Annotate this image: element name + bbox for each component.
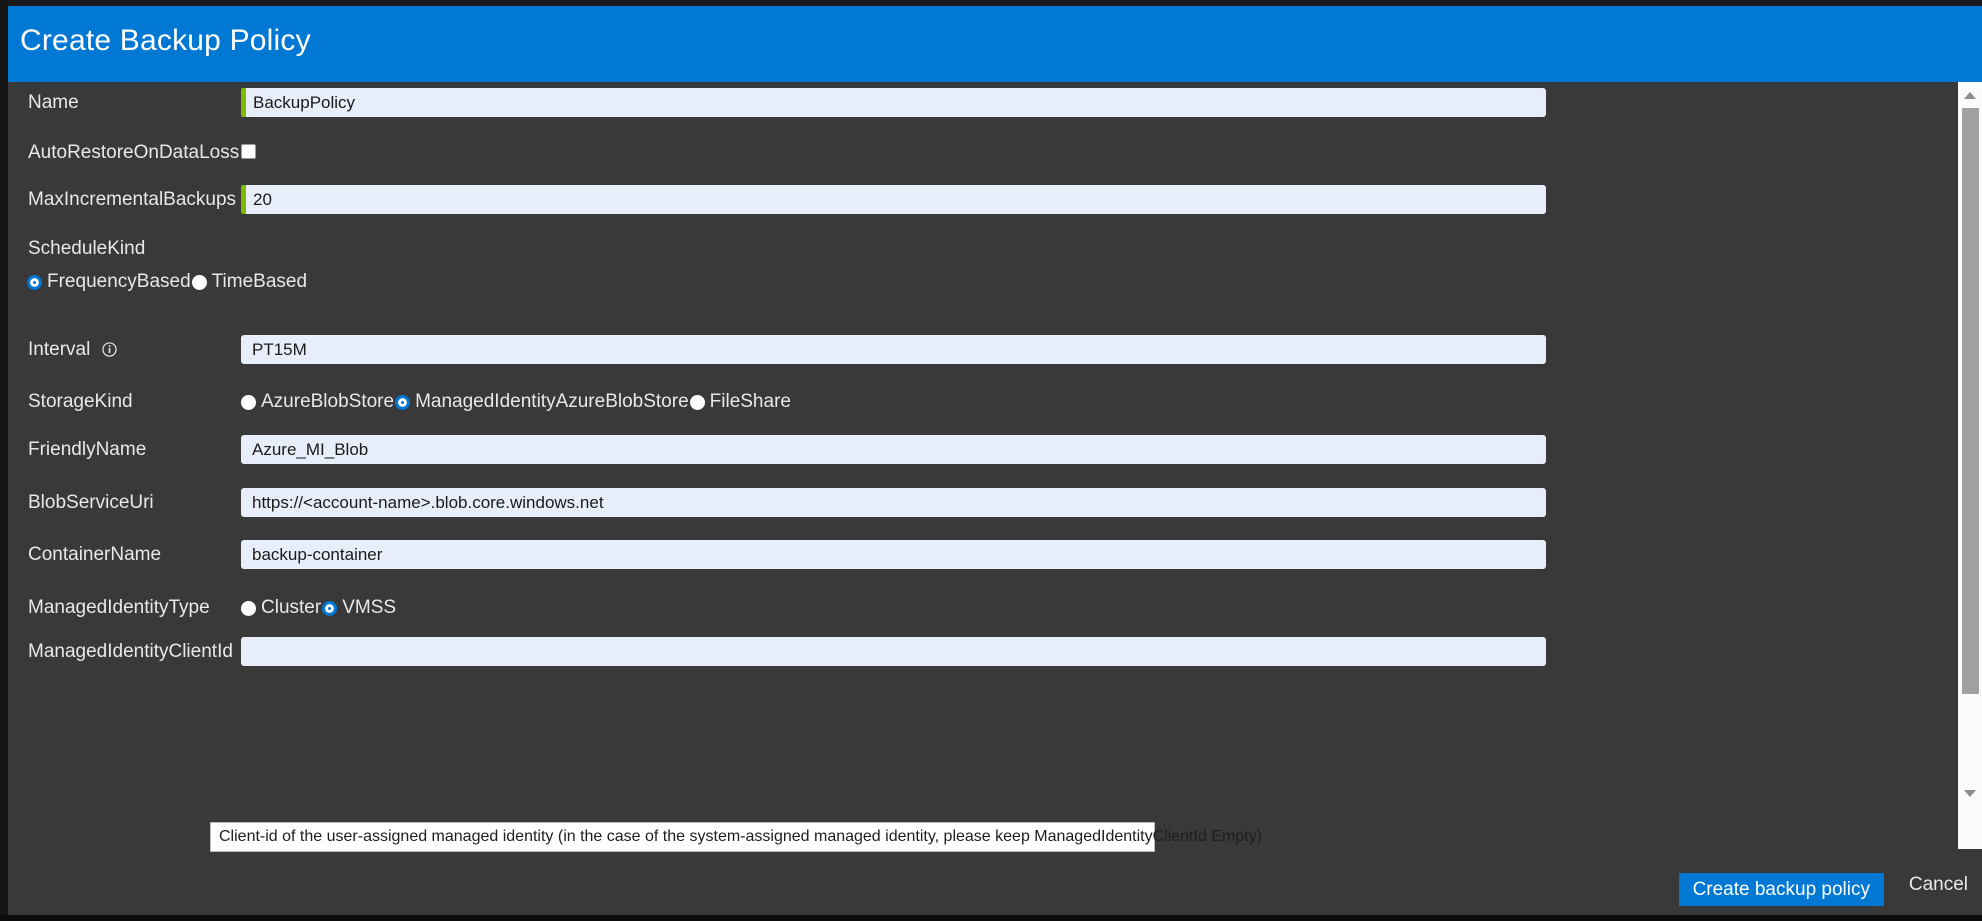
storage-kind-radio-group: AzureBlobStore ManagedIdentityAzureBlobS… [241, 392, 801, 412]
form-row-managed-identity-type: ManagedIdentityType Cluster VMSS [8, 586, 1958, 634]
form-row-storage-kind: StorageKind AzureBlobStore ManagedIdenti… [8, 380, 1958, 428]
label-interval: Interval [28, 339, 117, 361]
radio-option-managed-identity-azure-blob-store[interactable]: ManagedIdentityAzureBlobStore [395, 392, 699, 412]
auto-restore-on-data-loss-checkbox[interactable] [241, 144, 256, 159]
label-managed-identity-client-id: ManagedIdentityClientId [28, 641, 259, 663]
label-friendly-name: FriendlyName [28, 439, 146, 461]
managed-identity-client-id-input[interactable] [241, 637, 1546, 666]
form-row-managed-identity-client-id: ManagedIdentityClientId [8, 630, 1958, 678]
radio-option-azure-blob-store[interactable]: AzureBlobStore [241, 392, 404, 412]
create-backup-policy-button[interactable]: Create backup policy [1679, 873, 1884, 906]
radio-label-file-share: FileShare [710, 392, 791, 412]
dialog-titlebar: Create Backup Policy [8, 6, 1982, 82]
form-row-name: Name [8, 82, 1958, 130]
label-name: Name [28, 92, 79, 114]
form-row-friendly-name: FriendlyName [8, 428, 1958, 476]
label-managed-identity-type: ManagedIdentityType [28, 597, 210, 619]
label-container-name: ContainerName [28, 544, 161, 566]
scroll-up-button[interactable] [1958, 84, 1982, 106]
scrollbar-thumb[interactable] [1962, 108, 1979, 694]
window-bottom-edge [0, 915, 1982, 921]
radio-vmss-icon[interactable] [322, 601, 337, 616]
radio-label-managed-identity-azure-blob-store: ManagedIdentityAzureBlobStore [415, 392, 689, 412]
radio-azure-blob-store-icon[interactable] [241, 395, 256, 410]
form-row-schedule-kind: ScheduleKind FrequencyBased TimeBased [8, 230, 1958, 300]
form-row-interval: Interval [8, 328, 1958, 376]
radio-label-frequency-based: FrequencyBased [47, 272, 191, 292]
create-backup-policy-dialog: Create Backup Policy Name AutoRestoreOnD… [0, 0, 1982, 921]
interval-input[interactable] [241, 335, 1546, 364]
radio-frequency-based-icon[interactable] [27, 275, 42, 290]
radio-time-based-icon[interactable] [192, 275, 207, 290]
friendly-name-input[interactable] [241, 435, 1546, 464]
triangle-up-icon [1964, 92, 1976, 99]
radio-label-cluster: Cluster [261, 598, 321, 618]
radio-option-time-based[interactable]: TimeBased [192, 272, 317, 292]
form-row-auto-restore: AutoRestoreOnDataLoss [8, 130, 1958, 178]
label-blob-service-uri: BlobServiceUri [28, 492, 154, 514]
blob-service-uri-input[interactable] [241, 488, 1546, 517]
managed-identity-type-radio-group: Cluster VMSS [241, 598, 406, 618]
label-storage-kind: StorageKind [28, 391, 133, 413]
window-left-edge [0, 0, 8, 921]
radio-managed-identity-azure-blob-store-icon[interactable] [395, 395, 410, 410]
radio-label-time-based: TimeBased [212, 272, 307, 292]
form-panel: Name AutoRestoreOnDataLoss MaxIncrementa… [8, 82, 1958, 849]
radio-label-azure-blob-store: AzureBlobStore [261, 392, 394, 412]
label-schedule-kind: ScheduleKind [28, 238, 145, 260]
tooltip-managed-identity-client-id: Client-id of the user-assigned managed i… [210, 822, 1155, 852]
form-row-blob-service-uri: BlobServiceUri [8, 481, 1958, 529]
radio-label-vmss: VMSS [342, 598, 396, 618]
triangle-down-icon [1964, 790, 1976, 797]
label-auto-restore-on-data-loss: AutoRestoreOnDataLoss [28, 142, 239, 164]
radio-cluster-icon[interactable] [241, 601, 256, 616]
info-icon[interactable] [102, 341, 117, 356]
cancel-button[interactable]: Cancel [1909, 874, 1968, 896]
form-row-container-name: ContainerName [8, 533, 1958, 581]
vertical-scrollbar[interactable] [1958, 82, 1982, 849]
page-title: Create Backup Policy [20, 24, 311, 58]
name-input[interactable] [241, 88, 1546, 117]
radio-option-vmss[interactable]: VMSS [322, 598, 406, 618]
dialog-footer: Create backup policy Cancel [8, 849, 1982, 915]
label-interval-text: Interval [28, 339, 90, 360]
radio-file-share-icon[interactable] [690, 395, 705, 410]
max-incremental-backups-input[interactable] [241, 185, 1546, 214]
container-name-input[interactable] [241, 540, 1546, 569]
tooltip-text: Client-id of the user-assigned managed i… [219, 828, 1262, 846]
radio-option-frequency-based[interactable]: FrequencyBased [27, 272, 201, 292]
radio-option-cluster[interactable]: Cluster [241, 598, 331, 618]
scroll-down-button[interactable] [1958, 782, 1982, 804]
label-max-incremental-backups: MaxIncrementalBackups [28, 189, 236, 211]
schedule-kind-radio-group: FrequencyBased TimeBased [27, 272, 317, 292]
form-row-max-incremental: MaxIncrementalBackups [8, 178, 1958, 226]
radio-option-file-share[interactable]: FileShare [690, 392, 801, 412]
label-managed-identity-client-id-text: ManagedIdentityClientId [28, 641, 233, 662]
